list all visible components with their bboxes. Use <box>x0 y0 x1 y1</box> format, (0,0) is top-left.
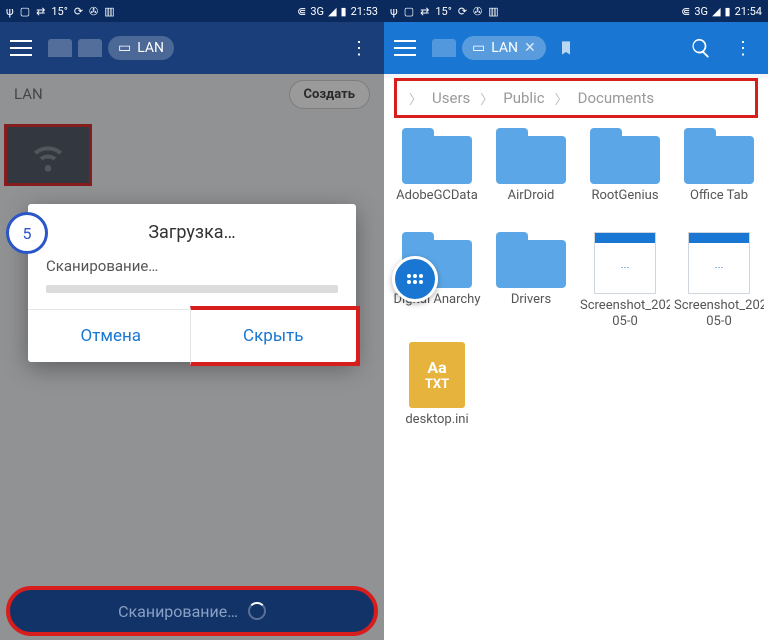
tab-label: LAN <box>137 40 164 56</box>
signal-icon: ◢ <box>328 5 336 18</box>
file-label: AdobeGCData <box>392 188 482 222</box>
battery-icon: ▮ <box>725 5 731 18</box>
breadcrumb: 〉 Users 〉 Public 〉 Documents <box>394 78 758 118</box>
tab-lan[interactable]: ▭ LAN ✕ <box>462 36 546 60</box>
file-item[interactable]: AdobeGCData <box>390 124 484 226</box>
image-thumbnail: ⋯ <box>688 232 750 294</box>
file-label: desktop.ini <box>392 412 482 446</box>
clock: 21:54 <box>735 5 762 18</box>
refresh-icon: ⟳ <box>74 5 83 18</box>
sync-icon: ⇄ <box>420 5 429 18</box>
file-item[interactable]: ⋯ Screenshot_2020-05-0 <box>672 228 766 336</box>
file-grid: AdobeGCDataAirDroidRootGeniusOffice Tab D… <box>384 118 768 456</box>
scan-label: Сканирование… <box>118 602 238 621</box>
spinner-icon <box>248 602 266 620</box>
file-label: Screenshot_2020-05-0 <box>580 298 670 332</box>
tab-inactive[interactable] <box>48 39 72 57</box>
bars-icon: ▥ <box>488 5 498 18</box>
cleaner-icon: ✇ <box>473 5 482 18</box>
status-bar: ψ ▢ ⇄ 15° ⟳ ✇ ▥ ⋐ 3G ◢ ▮ 21:53 <box>0 0 384 22</box>
loading-dialog: Загрузка… Сканирование… Отмена Скрыть <box>28 204 356 362</box>
file-item[interactable]: RootGenius <box>578 124 672 226</box>
folder-icon <box>496 128 566 184</box>
sync-icon: ⇄ <box>36 5 45 18</box>
tab-inactive[interactable] <box>78 39 102 57</box>
network-type: 3G <box>694 5 708 18</box>
cleaner-icon: ✇ <box>89 5 98 18</box>
temperature: 15° <box>435 5 451 18</box>
lan-icon: ▭ <box>472 40 485 56</box>
search-icon[interactable] <box>690 37 712 59</box>
app-bar: ▭ LAN ⋮ <box>0 22 384 74</box>
tab-label: LAN <box>491 40 518 56</box>
txt-file-icon: AaTXT <box>409 342 465 408</box>
file-item[interactable]: AaTXT desktop.ini <box>390 338 484 450</box>
floating-apps-badge[interactable] <box>392 256 438 302</box>
status-bar: ψ ▢ ⇄ 15° ⟳ ✇ ▥ ⋐ 3G ◢ ▮ 21:54 <box>384 0 768 22</box>
hide-button[interactable]: Скрыть <box>190 306 361 366</box>
tab-inactive[interactable] <box>432 39 456 57</box>
folder-icon <box>684 128 754 184</box>
temperature: 15° <box>51 5 67 18</box>
dialog-title: Загрузка… <box>46 222 338 243</box>
breadcrumb-item[interactable]: Users <box>432 89 470 107</box>
bookmark-icon[interactable] <box>558 40 574 56</box>
image-thumbnail: ⋯ <box>594 232 656 294</box>
usb-icon: ψ <box>6 5 14 18</box>
usb-icon: ψ <box>390 5 398 18</box>
countdown-badge: 5 <box>6 212 48 254</box>
folder-icon <box>590 128 660 184</box>
app-bar: ▭ LAN ✕ ⋮ <box>384 22 768 74</box>
phone-left: ψ ▢ ⇄ 15° ⟳ ✇ ▥ ⋐ 3G ◢ ▮ 21:53 <box>0 0 384 640</box>
chevron-right-icon: 〉 <box>480 89 493 108</box>
scan-button[interactable]: Сканирование… <box>6 586 378 636</box>
image-icon: ▢ <box>404 5 414 18</box>
folder-icon <box>496 232 566 288</box>
chevron-right-icon: 〉 <box>555 89 568 108</box>
file-label: Screenshot_2020-05-0 <box>674 298 764 332</box>
lan-icon: ▭ <box>118 40 131 56</box>
file-label: Drivers <box>486 292 576 326</box>
overflow-menu[interactable]: ⋮ <box>728 38 758 59</box>
file-label: RootGenius <box>580 188 670 222</box>
overflow-menu[interactable]: ⋮ <box>344 38 374 59</box>
file-item[interactable]: ⋯ Screenshot_2020-05-0 <box>578 228 672 336</box>
clock: 21:53 <box>351 5 378 18</box>
folder-icon <box>402 128 472 184</box>
breadcrumb-item[interactable]: Documents <box>578 89 655 107</box>
close-tab-icon[interactable]: ✕ <box>524 40 536 56</box>
file-label: AirDroid <box>486 188 576 222</box>
signal-icon: ◢ <box>712 5 720 18</box>
cancel-button[interactable]: Отмена <box>28 310 194 362</box>
refresh-icon: ⟳ <box>458 5 467 18</box>
progress-bar <box>46 285 338 293</box>
breadcrumb-item[interactable]: Public <box>503 89 544 107</box>
battery-icon: ▮ <box>341 5 347 18</box>
file-item[interactable]: Drivers <box>484 228 578 336</box>
chevron-right-icon: 〉 <box>409 89 422 108</box>
dialog-status: Сканирование… <box>46 257 338 275</box>
tab-lan[interactable]: ▭ LAN <box>108 36 174 60</box>
menu-button[interactable] <box>394 35 424 61</box>
wifi-icon: ⋐ <box>297 5 306 18</box>
menu-button[interactable] <box>10 35 40 61</box>
wifi-icon: ⋐ <box>681 5 690 18</box>
phone-right: ψ ▢ ⇄ 15° ⟳ ✇ ▥ ⋐ 3G ◢ ▮ 21:54 <box>384 0 768 640</box>
network-type: 3G <box>310 5 324 18</box>
file-item[interactable]: Office Tab <box>672 124 766 226</box>
file-item[interactable]: AirDroid <box>484 124 578 226</box>
file-label: Office Tab <box>674 188 764 222</box>
image-icon: ▢ <box>20 5 30 18</box>
bars-icon: ▥ <box>104 5 114 18</box>
